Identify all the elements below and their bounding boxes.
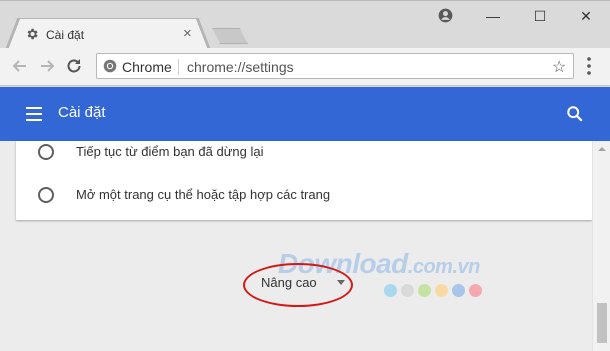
url-text[interactable]: chrome://settings: [187, 59, 294, 75]
reload-icon[interactable]: [64, 56, 84, 76]
settings-content: Tiếp tục từ điểm bạn đã dừng lại Mở một …: [0, 141, 592, 351]
account-icon[interactable]: [438, 8, 453, 23]
minimize-button[interactable]: —: [482, 6, 504, 26]
watermark-dot: [384, 284, 397, 297]
back-arrow-icon[interactable]: [10, 56, 30, 76]
tab-close-icon[interactable]: ×: [183, 25, 192, 42]
annotation-circle: [243, 263, 353, 307]
hamburger-menu-icon[interactable]: [26, 107, 42, 121]
page-title: Cài đặt: [58, 104, 106, 121]
search-icon[interactable]: [566, 105, 584, 123]
startup-option-continue[interactable]: Tiếp tục từ điểm bạn đã dừng lại: [16, 142, 592, 162]
chrome-logo-icon: [103, 59, 117, 73]
close-button[interactable]: ✕: [575, 6, 597, 26]
radio-button[interactable]: [38, 144, 54, 160]
bookmark-star-icon[interactable]: ☆: [552, 57, 566, 77]
startup-card: Tiếp tục từ điểm bạn đã dừng lại Mở một …: [16, 141, 592, 220]
scroll-up-arrow-icon[interactable]: [598, 147, 606, 151]
chip-divider: [178, 59, 179, 75]
watermark-dot: [401, 284, 414, 297]
watermark-dot: [452, 284, 465, 297]
new-tab-fill: [213, 29, 247, 43]
address-bar[interactable]: Chrome chrome://settings ☆: [96, 53, 574, 79]
radio-label: Tiếp tục từ điểm bạn đã dừng lại: [76, 144, 264, 159]
title-bar: Cài đặt × — ☐ ✕: [0, 0, 610, 50]
radio-label: Mở một trang cụ thể hoặc tập hợp các tra…: [76, 187, 331, 202]
watermark-dot: [435, 284, 448, 297]
watermark-dot: [418, 284, 431, 297]
radio-button[interactable]: [38, 187, 54, 203]
watermark-dot: [469, 284, 482, 297]
scroll-thumb[interactable]: [597, 303, 607, 343]
more-menu-icon[interactable]: [586, 57, 592, 75]
watermark-dots: [384, 284, 486, 298]
settings-header: Cài đặt: [0, 87, 610, 141]
startup-option-specific-pages[interactable]: Mở một trang cụ thể hoặc tập hợp các tra…: [16, 185, 592, 205]
tab-title: Cài đặt: [46, 28, 85, 42]
browser-toolbar: Chrome chrome://settings ☆: [0, 48, 610, 86]
forward-arrow-icon[interactable]: [37, 56, 57, 76]
gear-icon: [27, 28, 38, 40]
vertical-scrollbar[interactable]: [592, 141, 610, 351]
maximize-button[interactable]: ☐: [529, 6, 551, 26]
watermark-domain: .com.vn: [407, 256, 481, 278]
site-chip-label: Chrome: [122, 59, 172, 75]
